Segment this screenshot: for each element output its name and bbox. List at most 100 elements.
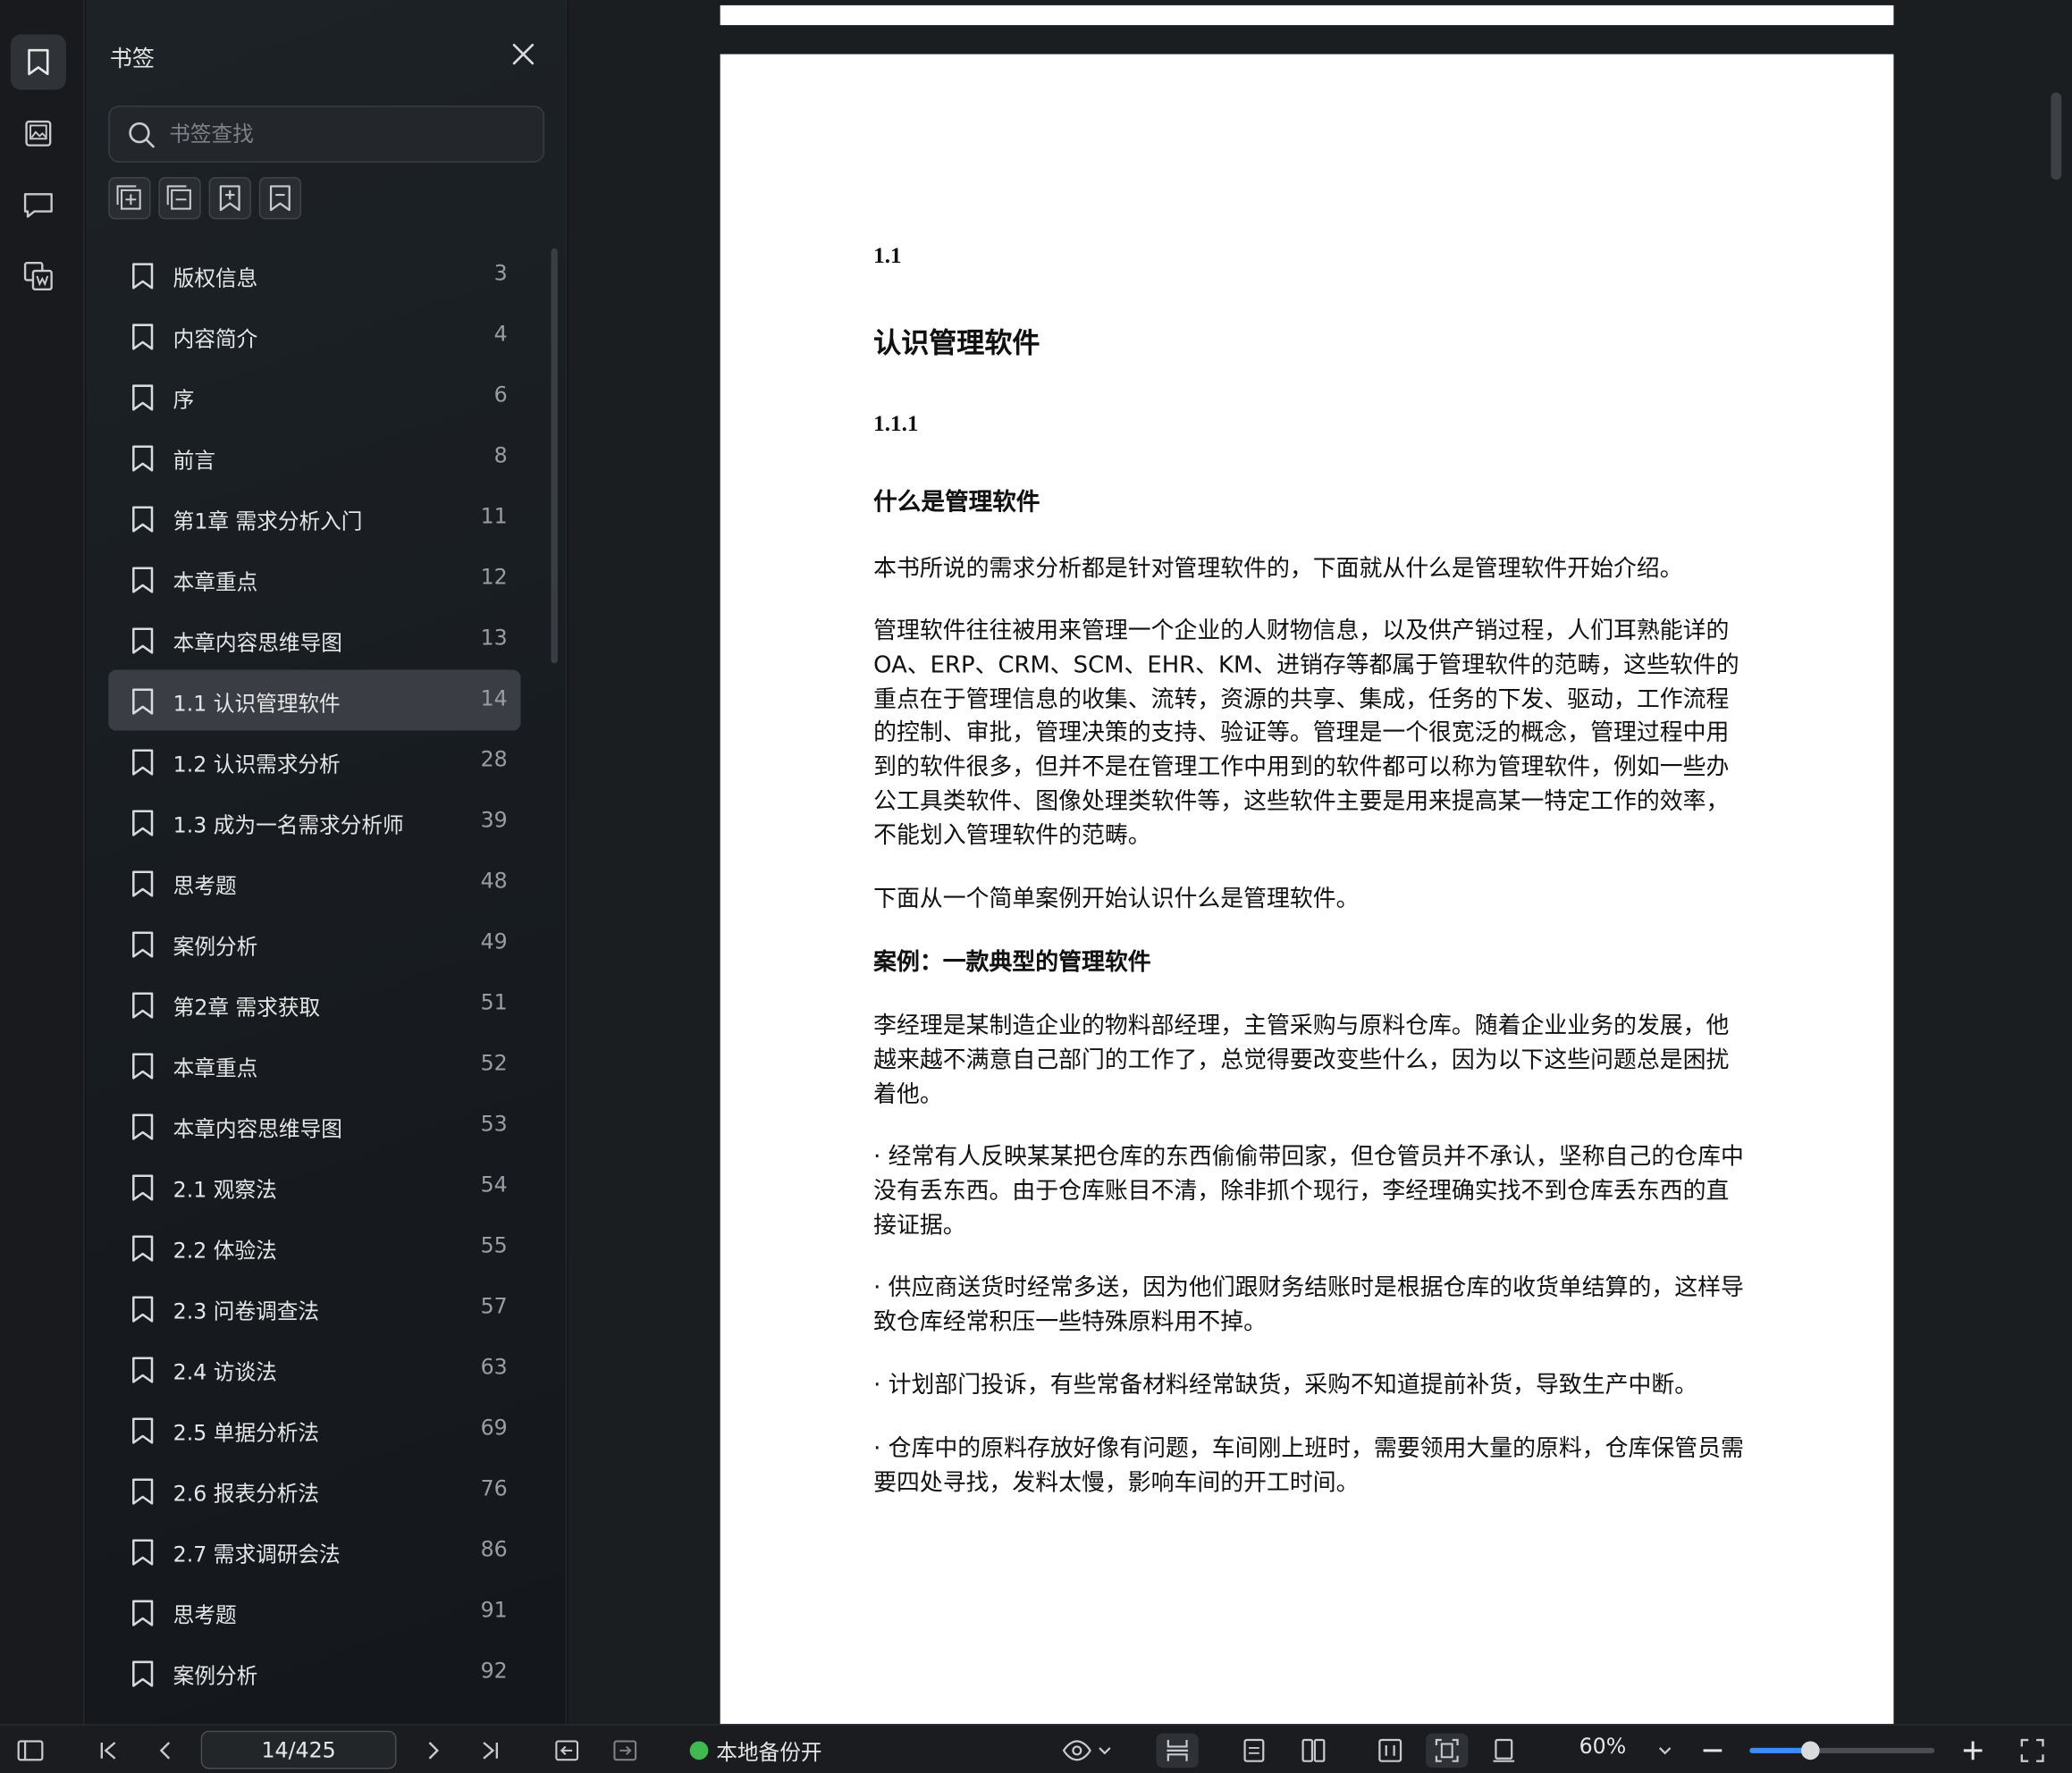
- thumbnail-tab-button[interactable]: [11, 105, 66, 161]
- go-back-button[interactable]: [551, 1734, 582, 1768]
- zoom-in-button[interactable]: [1958, 1734, 1988, 1768]
- bookmark-item[interactable]: 案例分析 49: [108, 913, 520, 974]
- bookmark-label: 思考题: [173, 873, 237, 899]
- bookmark-page-number: 52: [480, 1050, 508, 1076]
- bookmark-label: 2.2 体验法: [173, 1238, 277, 1264]
- expand-all-button[interactable]: [108, 177, 151, 220]
- single-page-button[interactable]: [1235, 1734, 1272, 1768]
- bookmark-page-number: 39: [480, 807, 508, 833]
- bookmark-item[interactable]: 内容简介 4: [108, 306, 520, 366]
- bookmark-icon: [132, 506, 154, 533]
- fullscreen-button[interactable]: [2017, 1734, 2048, 1768]
- remove-bookmark-icon: [269, 185, 291, 212]
- first-page-icon: [100, 1742, 116, 1760]
- plus-icon: [1963, 1741, 1983, 1760]
- bookmark-page-number: 49: [480, 929, 508, 954]
- bullet-paragraph: · 经常有人反映某某把仓库的东西偷偷带回家，但仓管员并不承认，坚称自己的仓库中没…: [873, 1144, 1744, 1239]
- continuous-scroll-button[interactable]: [1156, 1733, 1199, 1769]
- document-scrollbar[interactable]: [2051, 92, 2062, 181]
- close-icon: [512, 43, 535, 65]
- bookmark-label: 1.1 认识管理软件: [173, 691, 341, 717]
- comment-tab-button[interactable]: [11, 177, 66, 232]
- rotate-button[interactable]: [1486, 1734, 1522, 1768]
- bookmark-page-number: 86: [480, 1536, 508, 1562]
- zoom-dropdown-button[interactable]: [1652, 1734, 1679, 1768]
- zoom-slider-handle[interactable]: [1801, 1741, 1820, 1760]
- bookmark-icon: [132, 931, 154, 958]
- page-number-input[interactable]: 14/425: [200, 1730, 397, 1769]
- bookmark-item[interactable]: 前言 8: [108, 427, 520, 488]
- bookmark-icon: [28, 48, 49, 76]
- bookmark-label: 2.4 访谈法: [173, 1359, 277, 1385]
- bookmark-item[interactable]: 2.5 单据分析法 69: [108, 1399, 520, 1460]
- collapse-all-button[interactable]: [158, 177, 201, 220]
- go-forward-button[interactable]: [610, 1734, 641, 1768]
- comment-icon: [23, 193, 53, 218]
- chevron-right-icon: [428, 1742, 439, 1760]
- bookmark-label: 本章重点: [173, 1055, 258, 1081]
- bookmark-item[interactable]: 版权信息 3: [108, 245, 520, 306]
- bookmark-item[interactable]: 1.1 认识管理软件 14: [108, 669, 521, 731]
- case-title: 案例：一款典型的管理软件: [873, 949, 1151, 977]
- bookmark-item[interactable]: 2.4 访谈法 63: [108, 1339, 520, 1399]
- bottom-toolbar: 14/425 本地备份开 60%: [0, 1724, 2072, 1773]
- bookmark-item[interactable]: 2.2 体验法 55: [108, 1217, 520, 1278]
- bookmark-item[interactable]: 第2章 需求获取 51: [108, 974, 520, 1035]
- bookmark-item[interactable]: 第1章 需求分析入门 11: [108, 488, 520, 549]
- bookmark-icon: [132, 992, 154, 1019]
- add-bookmark-button[interactable]: [208, 177, 251, 220]
- collapse-all-icon: [166, 185, 191, 210]
- panel-scrollbar[interactable]: [551, 248, 558, 664]
- ocr-tab-button[interactable]: [11, 248, 66, 304]
- zoom-level[interactable]: 60%: [1579, 1734, 1627, 1759]
- fit-page-button[interactable]: [1426, 1733, 1469, 1769]
- fit-width-button[interactable]: [1371, 1734, 1408, 1768]
- last-page-button[interactable]: [475, 1734, 506, 1768]
- bookmark-icon: [132, 627, 154, 654]
- bookmark-label: 1.2 认识需求分析: [173, 752, 341, 777]
- bookmark-icon: [132, 1296, 154, 1323]
- toggle-sidebar-button[interactable]: [13, 1734, 47, 1768]
- bookmark-item[interactable]: 序6: [108, 366, 520, 427]
- panel-title: 书签: [109, 46, 155, 73]
- bookmark-label: 序: [173, 387, 195, 413]
- bookmark-item[interactable]: 本章重点 52: [108, 1035, 520, 1096]
- bookmark-label: 前言: [173, 448, 215, 474]
- paragraph: 本书所说的需求分析都是针对管理软件的，下面就从什么是管理软件开始介绍。: [873, 556, 1683, 583]
- remove-bookmark-button[interactable]: [258, 177, 302, 220]
- bookmark-item[interactable]: 本章重点 12: [108, 549, 520, 609]
- sidebar-icon: [17, 1740, 44, 1761]
- bookmark-item[interactable]: 2.6 报表分析法 76: [108, 1460, 520, 1521]
- eye-comfort-button[interactable]: [1061, 1734, 1114, 1768]
- bookmark-label: 本章内容思维导图: [173, 630, 342, 656]
- bookmark-item[interactable]: 1.3 成为一名需求分析师 39: [108, 792, 520, 853]
- bookmark-item[interactable]: 本章内容思维导图 13: [108, 609, 520, 670]
- bookmark-page-number: 12: [480, 564, 508, 590]
- bookmark-search-box[interactable]: [108, 105, 545, 163]
- fit-width-icon: [1378, 1738, 1402, 1762]
- bookmark-page-number: 69: [480, 1415, 508, 1441]
- bookmark-item[interactable]: 2.3 问卷调查法 57: [108, 1278, 520, 1339]
- first-page-button[interactable]: [92, 1734, 123, 1768]
- close-panel-button[interactable]: [509, 39, 538, 69]
- bookmark-icon: [132, 1174, 154, 1201]
- bookmark-item[interactable]: 1.2 认识需求分析 28: [108, 731, 520, 792]
- section-title: 认识管理软件: [873, 327, 1040, 360]
- bookmark-item[interactable]: 思考题 48: [108, 853, 520, 913]
- next-page-button[interactable]: [417, 1734, 449, 1768]
- bookmark-item[interactable]: 思考题 91: [108, 1582, 520, 1643]
- zoom-slider[interactable]: [1749, 1741, 1935, 1760]
- bookmark-item[interactable]: 本章内容思维导图 53: [108, 1096, 520, 1156]
- local-backup-toggle[interactable]: 本地备份开: [689, 1735, 822, 1766]
- bookmark-item[interactable]: 2.7 需求调研会法 86: [108, 1521, 520, 1582]
- bookmark-search-input[interactable]: [169, 122, 513, 147]
- bookmark-page-number: 13: [480, 625, 508, 651]
- zoom-out-button[interactable]: [1698, 1734, 1728, 1768]
- chevron-down-icon: [1099, 1747, 1111, 1755]
- double-page-button[interactable]: [1295, 1734, 1332, 1768]
- bookmark-icon: [132, 688, 154, 715]
- bookmark-item[interactable]: 案例分析 92: [108, 1643, 520, 1703]
- bookmark-tab-button[interactable]: [10, 34, 66, 90]
- previous-page-button[interactable]: [149, 1734, 181, 1768]
- bookmark-item[interactable]: 2.1 观察法 54: [108, 1156, 520, 1217]
